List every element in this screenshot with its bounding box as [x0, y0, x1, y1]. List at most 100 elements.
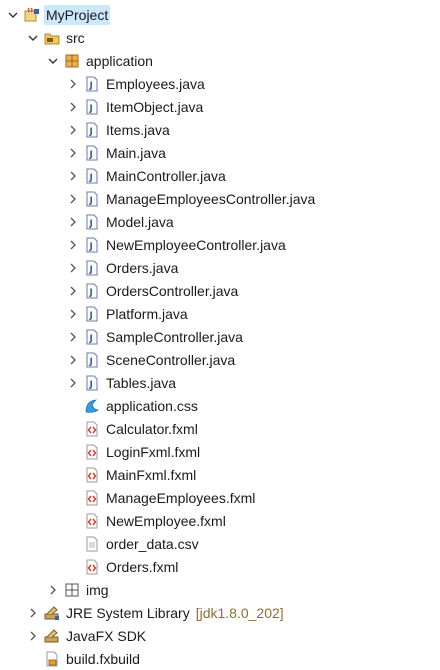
chevron-right-icon[interactable]	[66, 142, 80, 164]
tree-item-label: OrdersController.java	[106, 283, 239, 299]
tree-item-java-file[interactable]: J Tables.java	[0, 372, 440, 394]
chevron-right-icon[interactable]	[66, 280, 80, 302]
svg-text:J: J	[89, 150, 93, 160]
tree-item-label: SceneController.java	[106, 352, 236, 368]
tree-item-java-file[interactable]: J MainController.java	[0, 165, 440, 187]
chevron-down-icon[interactable]	[26, 27, 40, 49]
fxml-file-icon	[84, 559, 100, 575]
chevron-right-icon[interactable]	[26, 602, 40, 624]
java-file-icon: J	[84, 145, 100, 161]
tree-item-java-file[interactable]: J NewEmployeeController.java	[0, 234, 440, 256]
tree-item-label: ManageEmployeesController.java	[106, 191, 316, 207]
svg-text:J: J	[89, 81, 93, 91]
java-file-icon: J	[84, 122, 100, 138]
chevron-right-icon[interactable]	[26, 625, 40, 647]
tree-item-label: MainFxml.fxml	[106, 467, 197, 483]
tree-item-javafx-sdk[interactable]: JavaFX SDK	[0, 625, 440, 647]
tree-item-java-file[interactable]: J Main.java	[0, 142, 440, 164]
tree-item-label: LoginFxml.fxml	[106, 444, 201, 460]
tree-item-label: Orders.java	[106, 260, 179, 276]
chevron-right-icon[interactable]	[66, 349, 80, 371]
fxml-file-icon	[84, 421, 100, 437]
tree-item-jre-library[interactable]: JRE System Library [jdk1.8.0_202]	[0, 602, 440, 624]
css-file-icon	[84, 398, 100, 414]
package-icon	[64, 53, 80, 69]
tree-item-css-file[interactable]: application.css	[0, 395, 440, 417]
tree-item-fxml-file[interactable]: Orders.fxml	[0, 556, 440, 578]
java-file-icon: J	[84, 283, 100, 299]
tree-item-java-file[interactable]: J Orders.java	[0, 257, 440, 279]
chevron-right-icon[interactable]	[66, 303, 80, 325]
svg-text:J: J	[89, 265, 93, 275]
java-file-icon: J	[84, 76, 100, 92]
chevron-right-icon[interactable]	[66, 257, 80, 279]
svg-text:J: J	[89, 311, 93, 321]
chevron-right-icon[interactable]	[66, 211, 80, 233]
chevron-down-icon[interactable]	[46, 50, 60, 72]
tree-item-label: ManageEmployees.fxml	[106, 490, 256, 506]
svg-text:J: J	[89, 357, 93, 367]
chevron-right-icon[interactable]	[66, 234, 80, 256]
chevron-right-icon[interactable]	[66, 372, 80, 394]
chevron-right-icon[interactable]	[66, 165, 80, 187]
tree-item-label: NewEmployeeController.java	[106, 237, 286, 253]
tree-item-java-file[interactable]: J Items.java	[0, 119, 440, 141]
tree-item-label: Employees.java	[106, 76, 205, 92]
text-file-icon	[84, 536, 100, 552]
chevron-right-icon[interactable]	[66, 326, 80, 348]
tree-item-label: img	[86, 582, 109, 598]
tree-item-label: ItemObject.java	[106, 99, 204, 115]
tree-item-label: Tables.java	[106, 375, 177, 391]
tree-item-label: NewEmployee.fxml	[106, 513, 226, 529]
java-file-icon: J	[84, 99, 100, 115]
tree-item-fxml-file[interactable]: Calculator.fxml	[0, 418, 440, 440]
tree-item-fxml-file[interactable]: NewEmployee.fxml	[0, 510, 440, 532]
svg-text:J: J	[89, 196, 93, 206]
java-file-icon: J	[84, 168, 100, 184]
tree-item-label: Calculator.fxml	[106, 421, 198, 437]
chevron-right-icon[interactable]	[66, 73, 80, 95]
tree-item-src[interactable]: src	[0, 27, 440, 49]
package-explorer-tree: MyProject src application J Employees.ja…	[0, 0, 440, 669]
tree-item-img-package[interactable]: img	[0, 579, 440, 601]
tree-item-java-file[interactable]: J Model.java	[0, 211, 440, 233]
tree-item-build-file[interactable]: build.fxbuild	[0, 648, 440, 670]
svg-text:J: J	[89, 127, 93, 137]
tree-item-java-file[interactable]: J OrdersController.java	[0, 280, 440, 302]
svg-text:J: J	[89, 288, 93, 298]
tree-item-application-package[interactable]: application	[0, 50, 440, 72]
chevron-right-icon[interactable]	[66, 188, 80, 210]
tree-item-label: Orders.fxml	[106, 559, 179, 575]
chevron-right-icon[interactable]	[46, 579, 60, 601]
tree-item-java-file[interactable]: J ManageEmployeesController.java	[0, 188, 440, 210]
source-folder-icon	[44, 30, 60, 46]
java-file-icon: J	[84, 306, 100, 322]
tree-item-fxml-file[interactable]: MainFxml.fxml	[0, 464, 440, 486]
jdk-version-decoration: [jdk1.8.0_202]	[195, 605, 284, 621]
tree-item-java-file[interactable]: J SceneController.java	[0, 349, 440, 371]
svg-text:J: J	[89, 104, 93, 114]
fxbuild-file-icon	[44, 651, 60, 667]
tree-item-label: Platform.java	[106, 306, 188, 322]
tree-item-java-file[interactable]: J ItemObject.java	[0, 96, 440, 118]
svg-text:J: J	[89, 380, 93, 390]
chevron-right-icon[interactable]	[66, 96, 80, 118]
tree-item-myproject[interactable]: MyProject	[0, 4, 440, 26]
tree-item-fxml-file[interactable]: ManageEmployees.fxml	[0, 487, 440, 509]
tree-item-java-file[interactable]: J SampleController.java	[0, 326, 440, 348]
tree-item-label: SampleController.java	[106, 329, 243, 345]
library-icon	[44, 628, 60, 644]
tree-item-java-file[interactable]: J Platform.java	[0, 303, 440, 325]
tree-item-fxml-file[interactable]: LoginFxml.fxml	[0, 441, 440, 463]
tree-item-java-file[interactable]: J Employees.java	[0, 73, 440, 95]
tree-item-label: Items.java	[106, 122, 170, 138]
fxml-file-icon	[84, 490, 100, 506]
chevron-down-icon[interactable]	[6, 4, 20, 26]
chevron-right-icon[interactable]	[66, 119, 80, 141]
tree-item-csv-file[interactable]: order_data.csv	[0, 533, 440, 555]
tree-item-label: application	[86, 53, 153, 69]
fxml-file-icon	[84, 444, 100, 460]
svg-text:J: J	[89, 173, 93, 183]
java-project-icon	[24, 7, 40, 23]
library-icon	[44, 605, 60, 621]
